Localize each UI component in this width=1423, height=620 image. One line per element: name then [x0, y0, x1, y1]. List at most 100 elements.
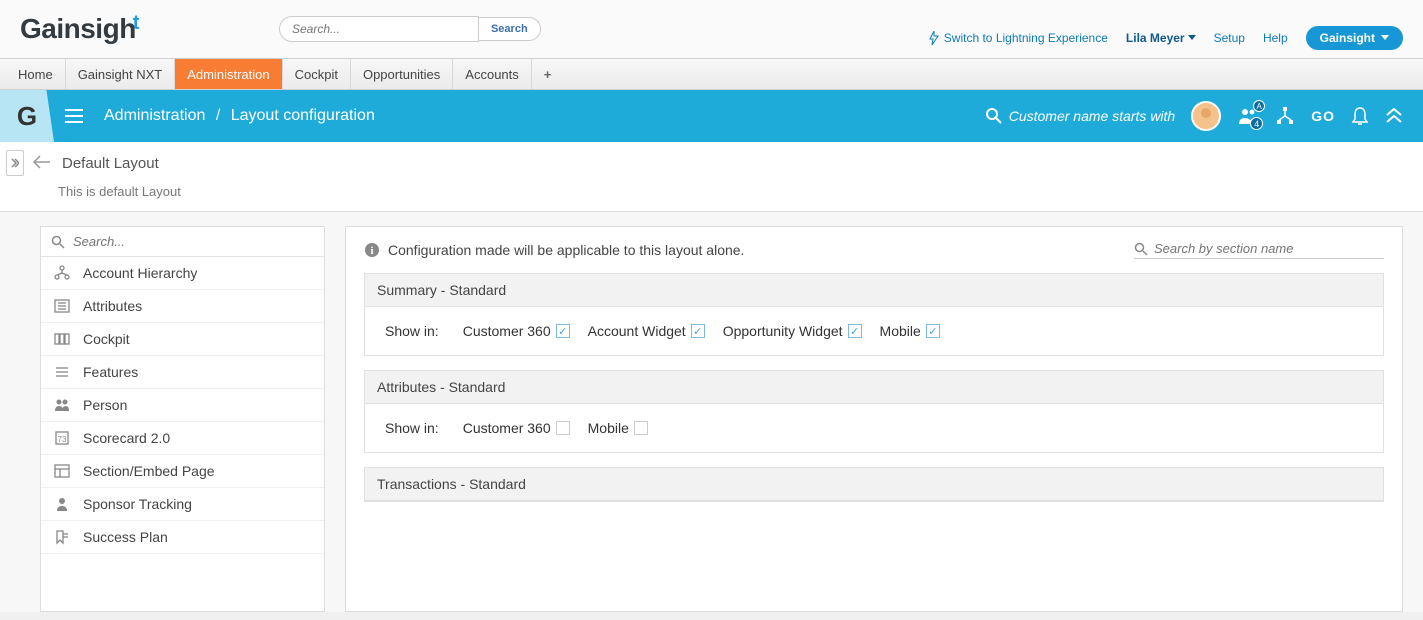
breadcrumb: Administration / Layout configuration — [104, 107, 375, 125]
checkbox[interactable]: ✓ — [556, 324, 570, 338]
layout-name: Default Layout — [62, 155, 159, 172]
show-in-label: Show in: — [385, 323, 439, 339]
primary-tabs: Home Gainsight NXT Administration Cockpi… — [0, 58, 1423, 90]
expand-sidebar-button[interactable] — [6, 150, 24, 176]
library-item-label: Account Hierarchy — [83, 265, 197, 281]
notification-badge: 4 — [1250, 117, 1263, 130]
checkbox[interactable]: ✓ — [691, 324, 705, 338]
library-item-attributes[interactable]: Attributes — [41, 290, 324, 323]
cockpit-icon — [53, 331, 71, 347]
section-search-input[interactable] — [1154, 241, 1384, 256]
salesforce-header: Gainsight Search Switch to Lightning Exp… — [0, 0, 1423, 58]
gainsight-logo: Gainsight — [20, 13, 139, 45]
layout-sub-header: Default Layout This is default Layout — [0, 142, 1423, 212]
library-item-label: Features — [83, 364, 138, 380]
lightning-icon — [928, 31, 940, 45]
go-button[interactable]: GO — [1311, 108, 1335, 124]
bell-icon — [1351, 106, 1369, 126]
checkbox[interactable]: ✓ — [926, 324, 940, 338]
global-search-input[interactable] — [279, 16, 479, 42]
show-in-label: Show in: — [385, 420, 439, 436]
breadcrumb-root[interactable]: Administration — [104, 107, 205, 124]
svg-text:i: i — [370, 245, 373, 257]
person-icon — [53, 397, 71, 413]
option-customer-360: Customer 360 — [463, 420, 570, 436]
scorecard-icon: 73 — [53, 430, 71, 446]
library-item-features[interactable]: Features — [41, 356, 324, 389]
arrow-left-icon — [32, 155, 52, 169]
library-item-success-plan[interactable]: Success Plan — [41, 521, 324, 554]
sponsor-icon — [53, 496, 71, 512]
list-icon — [53, 298, 71, 314]
info-icon: i — [364, 242, 380, 258]
tab-gainsight-nxt[interactable]: Gainsight NXT — [66, 59, 176, 89]
library-item-account-hierarchy[interactable]: Account Hierarchy — [41, 257, 324, 290]
features-icon — [53, 364, 71, 380]
main-content: Account Hierarchy Attributes Cockpit Featur… — [0, 212, 1423, 612]
library-item-person[interactable]: Person — [41, 389, 324, 422]
search-icon — [1134, 242, 1148, 256]
customer-search[interactable]: Customer name starts with — [985, 107, 1176, 125]
library-item-label: Section/Embed Page — [83, 463, 215, 479]
tab-opportunities[interactable]: Opportunities — [351, 59, 453, 89]
option-account-widget: Account Widget✓ — [588, 323, 705, 339]
search-icon — [51, 235, 65, 249]
network-icon-button[interactable] — [1275, 106, 1295, 126]
layout-sections: i Configuration made will be applicable … — [345, 226, 1403, 612]
chevron-right-icon — [11, 158, 19, 168]
library-search — [41, 227, 324, 257]
option-mobile: Mobile — [588, 420, 648, 436]
section-header[interactable]: Summary - Standard — [365, 274, 1383, 307]
chevron-double-up-icon — [1385, 108, 1403, 124]
section-summary-standard: Summary - Standard Show in: Customer 360✓ A… — [364, 273, 1384, 356]
tab-cockpit[interactable]: Cockpit — [283, 59, 351, 89]
library-item-sponsor-tracking[interactable]: Sponsor Tracking — [41, 488, 324, 521]
library-item-label: Attributes — [83, 298, 142, 314]
caret-down-icon — [1381, 35, 1389, 41]
collapse-button[interactable] — [1385, 108, 1403, 124]
user-avatar[interactable] — [1191, 101, 1221, 131]
global-search: Search — [279, 16, 541, 42]
library-search-input[interactable] — [73, 234, 314, 249]
checkbox[interactable]: ✓ — [848, 324, 862, 338]
help-link[interactable]: Help — [1263, 31, 1288, 45]
option-opportunity-widget: Opportunity Widget✓ — [723, 323, 862, 339]
global-search-button[interactable]: Search — [479, 17, 541, 41]
people-icon-button[interactable]: A 4 — [1237, 106, 1259, 126]
svg-text:73: 73 — [58, 435, 67, 444]
lightning-link[interactable]: Switch to Lightning Experience — [928, 31, 1108, 45]
section-attributes-standard: Attributes - Standard Show in: Customer 36… — [364, 370, 1384, 453]
library-item-label: Success Plan — [83, 529, 168, 545]
layout-description: This is default Layout — [0, 184, 1423, 211]
hierarchy-icon — [53, 265, 71, 281]
bell-button[interactable] — [1351, 106, 1369, 126]
network-icon — [1275, 106, 1295, 126]
tab-add[interactable]: + — [532, 59, 564, 89]
library-item-label: Cockpit — [83, 331, 130, 347]
section-header[interactable]: Attributes - Standard — [365, 371, 1383, 404]
breadcrumb-leaf: Layout configuration — [231, 107, 375, 124]
tab-home[interactable]: Home — [6, 59, 66, 89]
option-mobile: Mobile✓ — [880, 323, 940, 339]
app-switcher[interactable]: Gainsight — [1306, 26, 1403, 50]
info-message: i Configuration made will be applicable … — [364, 242, 744, 258]
menu-toggle[interactable] — [54, 109, 94, 123]
library-item-cockpit[interactable]: Cockpit — [41, 323, 324, 356]
checkbox[interactable] — [634, 421, 648, 435]
section-header[interactable]: Transactions - Standard — [365, 468, 1383, 501]
setup-link[interactable]: Setup — [1214, 31, 1245, 45]
plan-icon — [53, 529, 71, 545]
library-item-scorecard-2-0[interactable]: 73 Scorecard 2.0 — [41, 422, 324, 455]
gainsight-bar: G Administration / Layout configuration … — [0, 90, 1423, 142]
tab-administration[interactable]: Administration — [175, 59, 282, 89]
gainsight-g-logo: G — [0, 90, 54, 142]
library-item-label: Scorecard 2.0 — [83, 430, 170, 446]
library-item-section-embed-page[interactable]: Section/Embed Page — [41, 455, 324, 488]
back-button[interactable] — [32, 155, 52, 172]
checkbox[interactable] — [556, 421, 570, 435]
user-menu[interactable]: Lila Meyer — [1126, 31, 1196, 45]
option-customer-360: Customer 360✓ — [463, 323, 570, 339]
caret-down-icon — [1188, 35, 1196, 41]
tab-accounts[interactable]: Accounts — [453, 59, 531, 89]
library-item-label: Sponsor Tracking — [83, 496, 192, 512]
